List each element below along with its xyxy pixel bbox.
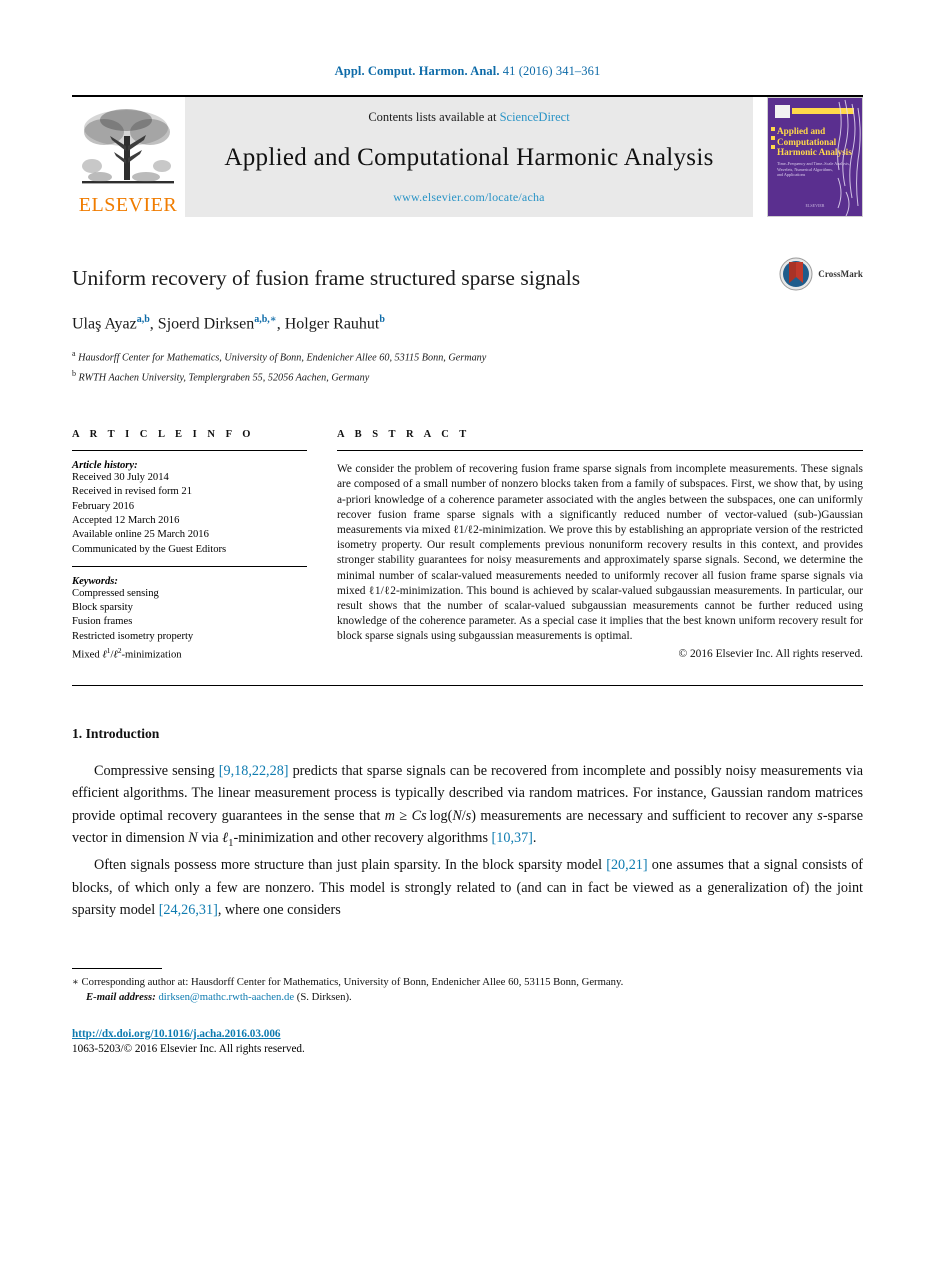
footnote-separator [72,967,162,969]
volume-pages: 41 (2016) 341–361 [502,64,601,78]
journal-homepage-link[interactable]: www.elsevier.com/locate/acha [393,190,544,205]
paragraph-text: . [532,830,537,847]
doi-link[interactable]: http://dx.doi.org/10.1016/j.acha.2016.03… [72,1028,281,1040]
abstract-bottom-rule [72,684,863,686]
paragraph-text: , where one considers [217,902,341,919]
abstract-heading: A B S T R A C T [337,429,471,441]
title-block: CrossMark Uniform recovery of fusion fra… [72,257,863,385]
article-history-item: Available online 25 March 2016 [72,529,209,541]
author-list: Ulaş Ayaza,b, Sjoerd Dirksena,b,∗, Holge… [72,314,385,333]
keyword-item: Restricted isometry property [72,630,194,642]
masthead-center: Contents lists available at ScienceDirec… [184,97,753,217]
crossmark-badge[interactable]: CrossMark [779,257,863,291]
abstract-rule [337,450,863,452]
author-affiliation-marks: b [379,314,385,325]
keyword-item: Mixed ℓ1/ℓ2-minimization [72,646,182,661]
author-name: Ulaş Ayaz [72,315,137,333]
elsevier-logo: ELSEVIER [72,97,184,217]
citation-reference[interactable]: [9,18,22,28] [219,763,289,779]
elsevier-tree-icon [82,109,174,184]
cover-dot-marks [771,127,775,154]
doi-block: http://dx.doi.org/10.1016/j.acha.2016.03… [72,1027,863,1058]
journal-title: Applied and Computational Harmonic Analy… [224,143,714,171]
email-label: E-mail address: [86,991,156,1004]
citation-reference[interactable]: [24,26,31] [159,902,218,918]
keyword-item: Block sparsity [72,602,133,614]
corresponding-author-footnote: ∗ Corresponding author at: Hausdorff Cen… [72,975,863,1006]
article-history-item: Communicated by the Guest Editors [72,543,227,555]
email-owner: (S. Dirksen). [296,991,352,1004]
elsevier-wordmark: ELSEVIER [78,194,178,216]
citation-reference[interactable]: [10,37] [492,830,533,846]
paragraph-text: Often signals possess more structure tha… [94,857,607,874]
crossmark-label: CrossMark [818,269,863,279]
corresponding-author-email-link[interactable]: dirksen@mathc.rwth-aachen.de [158,991,294,1003]
affiliation-text: Hausdorff Center for Mathematics, Univer… [78,352,487,364]
journal-abbreviation: Appl. Comput. Harmon. Anal. [334,64,500,78]
affiliation-mark: b [72,368,76,378]
keyword-item: Compressed sensing [72,587,159,599]
keywords-heading: Keywords: [72,575,118,587]
abstract-copyright: © 2016 Elsevier Inc. All rights reserved… [678,647,863,660]
info-abstract-section: A R T I C L E I N F O Article history: R… [72,429,863,663]
article-history-item: February 2016 [72,500,135,512]
abstract-column: A B S T R A C T We consider the problem … [337,429,863,663]
issn-copyright-line: 1063-5203/© 2016 Elsevier Inc. All right… [72,1043,305,1056]
paragraph-text: Compressive sensing [94,762,219,779]
cover-publisher-badge [775,105,790,118]
crossmark-icon [779,257,813,291]
article-history-item: Received 30 July 2014 [72,472,169,484]
article-history-item: Accepted 12 March 2016 [72,515,180,526]
body-paragraph: Compressive sensing [9,18,22,28] predict… [72,760,863,854]
keyword-item: Fusion frames [72,616,133,628]
body-paragraph: Often signals possess more structure tha… [72,854,863,921]
article-info-column: A R T I C L E I N F O Article history: R… [72,429,307,663]
journal-cover-thumbnail: Applied and Computational Harmonic Analy… [767,97,863,217]
abstract-text: We consider the problem of recovering fu… [337,463,863,643]
footnote-text: Corresponding author at: Hausdorff Cente… [81,975,624,988]
contents-list-line: Contents lists available at ScienceDirec… [368,110,569,125]
page-title: Uniform recovery of fusion frame structu… [72,266,581,290]
contents-prefix: Contents lists available at [368,110,497,124]
cover-wavelet-graphic [837,99,861,216]
author-affiliation-marks: a,b [136,314,150,325]
author-name: Holger Rauhut [284,315,380,333]
affiliation-list: a Hausdorff Center for Mathematics, Univ… [72,346,863,385]
article-history-item: Received in revised form 21 [72,486,193,498]
article-info-heading: A R T I C L E I N F O [72,429,255,441]
affiliation-item: a Hausdorff Center for Mathematics, Univ… [72,346,863,365]
article-history-heading: Article history: [72,460,138,472]
cover-footer-wordmark: ELSEVIER [805,203,825,208]
affiliation-mark: a [72,349,76,359]
author-name: Sjoerd Dirksen [157,315,255,333]
citation-reference[interactable]: [20,21] [606,857,647,873]
footnote-marker: ∗ [72,976,79,988]
running-head: Appl. Comput. Harmon. Anal. 41 (2016) 34… [72,0,863,79]
section-heading-introduction: 1. Introduction [72,725,160,741]
sciencedirect-link[interactable]: ScienceDirect [500,110,570,124]
affiliation-item: b RWTH Aachen University, Templergraben … [72,366,863,385]
affiliation-text: RWTH Aachen University, Templergraben 55… [78,372,370,384]
article-info-rule [72,450,307,452]
author-affiliation-marks[interactable]: a,b,∗ [254,314,276,325]
journal-masthead: ELSEVIER Contents lists available at Sci… [72,95,863,217]
article-page: Appl. Comput. Harmon. Anal. 41 (2016) 34… [0,0,935,1266]
keywords-rule [72,565,307,567]
